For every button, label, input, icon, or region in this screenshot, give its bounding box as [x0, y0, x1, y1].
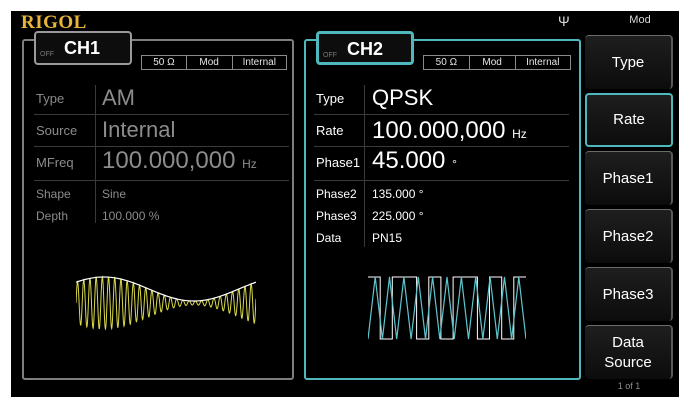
ch2-column-divider	[364, 85, 365, 247]
ch1-type-label: Type	[36, 91, 65, 106]
ch2-data-label: Data	[316, 231, 342, 245]
usb-icon: Ψ	[558, 13, 570, 29]
softkey-rate[interactable]: Rate	[585, 93, 673, 147]
ch2-phase1-value[interactable]: 45.000 °	[372, 147, 457, 175]
divider	[314, 114, 569, 115]
instrument-screen: RIGOL Ψ Mod OFF CH1 50 Ω Mod Internal Ty…	[11, 11, 679, 397]
top-bar: RIGOL Ψ Mod	[11, 11, 679, 33]
am-waveform	[76, 275, 256, 331]
ch2-phase2-label: Phase2	[316, 187, 357, 201]
ch2-impedance: 50 Ω	[424, 56, 470, 69]
softkey-type[interactable]: Type	[585, 35, 673, 89]
divider	[34, 180, 289, 181]
ch2-tab[interactable]: OFF CH2	[316, 31, 414, 65]
ch1-name: CH1	[64, 38, 101, 58]
ch2-source: Internal	[526, 57, 560, 68]
ch1-output-state: OFF	[40, 51, 54, 58]
ch1-source: Internal	[242, 57, 276, 68]
divider	[34, 114, 289, 115]
ch1-type-value[interactable]: AM	[102, 85, 135, 111]
ch2-panel[interactable]: OFF CH2 50 Ω Mod Internal Type QPSK Rate…	[304, 31, 581, 380]
qpsk-data-trace	[368, 276, 526, 340]
ch1-source-value[interactable]: Internal	[102, 117, 175, 143]
ch2-rate-label: Rate	[316, 123, 344, 138]
ch2-type-value[interactable]: QPSK	[372, 85, 433, 111]
softkey-data-source[interactable]: Data Source	[585, 325, 673, 379]
qpsk-waveform	[368, 276, 526, 340]
ch1-mfreq-number: 100.000,000	[102, 147, 236, 174]
ch2-phase3-value[interactable]: 225.000 °	[372, 209, 424, 223]
ch1-mode: Mod	[187, 56, 233, 69]
ch2-phase1-unit: °	[452, 157, 457, 171]
ch1-depth-label: Depth	[36, 209, 69, 223]
ch2-mode: Mod	[470, 56, 516, 69]
page-indicator: 1 of 1	[617, 381, 641, 391]
softkey-phase3[interactable]: Phase3	[585, 267, 673, 321]
ch1-shape-label: Shape	[36, 187, 71, 201]
ch1-depth-value[interactable]: 100.000 %	[102, 209, 159, 223]
ch2-phase3-label: Phase3	[316, 209, 357, 223]
ch1-source-label: Source	[36, 123, 78, 138]
ch2-rate-number: 100.000,000	[372, 117, 506, 144]
qpsk-carrier-trace	[368, 276, 526, 340]
ch2-info-bar: 50 Ω Mod Internal	[423, 55, 571, 70]
ch2-data-value[interactable]: PN15	[372, 231, 402, 245]
am-carrier-trace	[76, 275, 256, 331]
ch1-shape-value[interactable]: Sine	[102, 187, 126, 201]
ch1-mfreq-label: MFreq	[36, 155, 74, 170]
ch2-phase1-label: Phase1	[316, 155, 361, 170]
ch1-mfreq-unit: Hz	[242, 157, 257, 171]
menu-title: Mod	[629, 14, 651, 26]
ch2-output-state: OFF	[323, 52, 337, 59]
ch2-phase1-number: 45.000	[372, 147, 446, 174]
ch1-info-bar: 50 Ω Mod Internal	[141, 55, 287, 70]
ch2-rate-unit: Hz	[512, 127, 527, 141]
softkey-phase2[interactable]: Phase2	[585, 209, 673, 263]
ch2-name: CH2	[347, 39, 384, 59]
ch1-tab[interactable]: OFF CH1	[34, 31, 132, 65]
ch2-rate-value[interactable]: 100.000,000 Hz	[372, 117, 527, 145]
ch2-type-label: Type	[316, 91, 345, 106]
ch2-phase2-value[interactable]: 135.000 °	[372, 187, 424, 201]
ch1-panel[interactable]: OFF CH1 50 Ω Mod Internal Type AM Source…	[22, 31, 294, 380]
ch1-mfreq-value[interactable]: 100.000,000 Hz	[102, 147, 257, 175]
ch1-impedance: 50 Ω	[142, 56, 187, 69]
softkey-phase1[interactable]: Phase1	[585, 151, 673, 205]
ch1-column-divider	[95, 85, 96, 223]
divider	[314, 180, 569, 181]
